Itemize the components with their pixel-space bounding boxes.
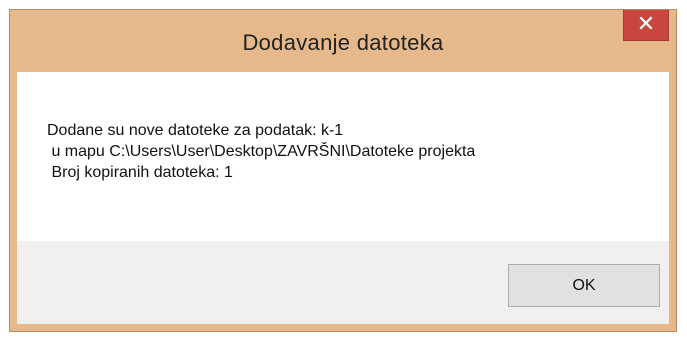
close-button[interactable]: ✕ bbox=[623, 10, 669, 41]
message-text: Dodane su nove datoteke za podatak: k-1 … bbox=[47, 120, 475, 183]
title-bar[interactable]: Dodavanje datoteka ✕ bbox=[10, 10, 676, 72]
button-bar: OK bbox=[17, 241, 669, 324]
message-dialog: Dodavanje datoteka ✕ Dodane su nove dato… bbox=[9, 9, 677, 332]
message-line-1: Dodane su nove datoteke za podatak: k-1 bbox=[47, 122, 344, 139]
message-area: Dodane su nove datoteke za podatak: k-1 … bbox=[17, 72, 669, 241]
message-line-3: Broj kopiranih datoteka: 1 bbox=[47, 164, 233, 181]
message-line-2: u mapu C:\Users\User\Desktop\ZAVRŠNI\Dat… bbox=[47, 143, 476, 160]
close-icon: ✕ bbox=[636, 11, 656, 36]
dialog-title: Dodavanje datoteka bbox=[242, 30, 444, 55]
ok-button[interactable]: OK bbox=[508, 264, 660, 307]
